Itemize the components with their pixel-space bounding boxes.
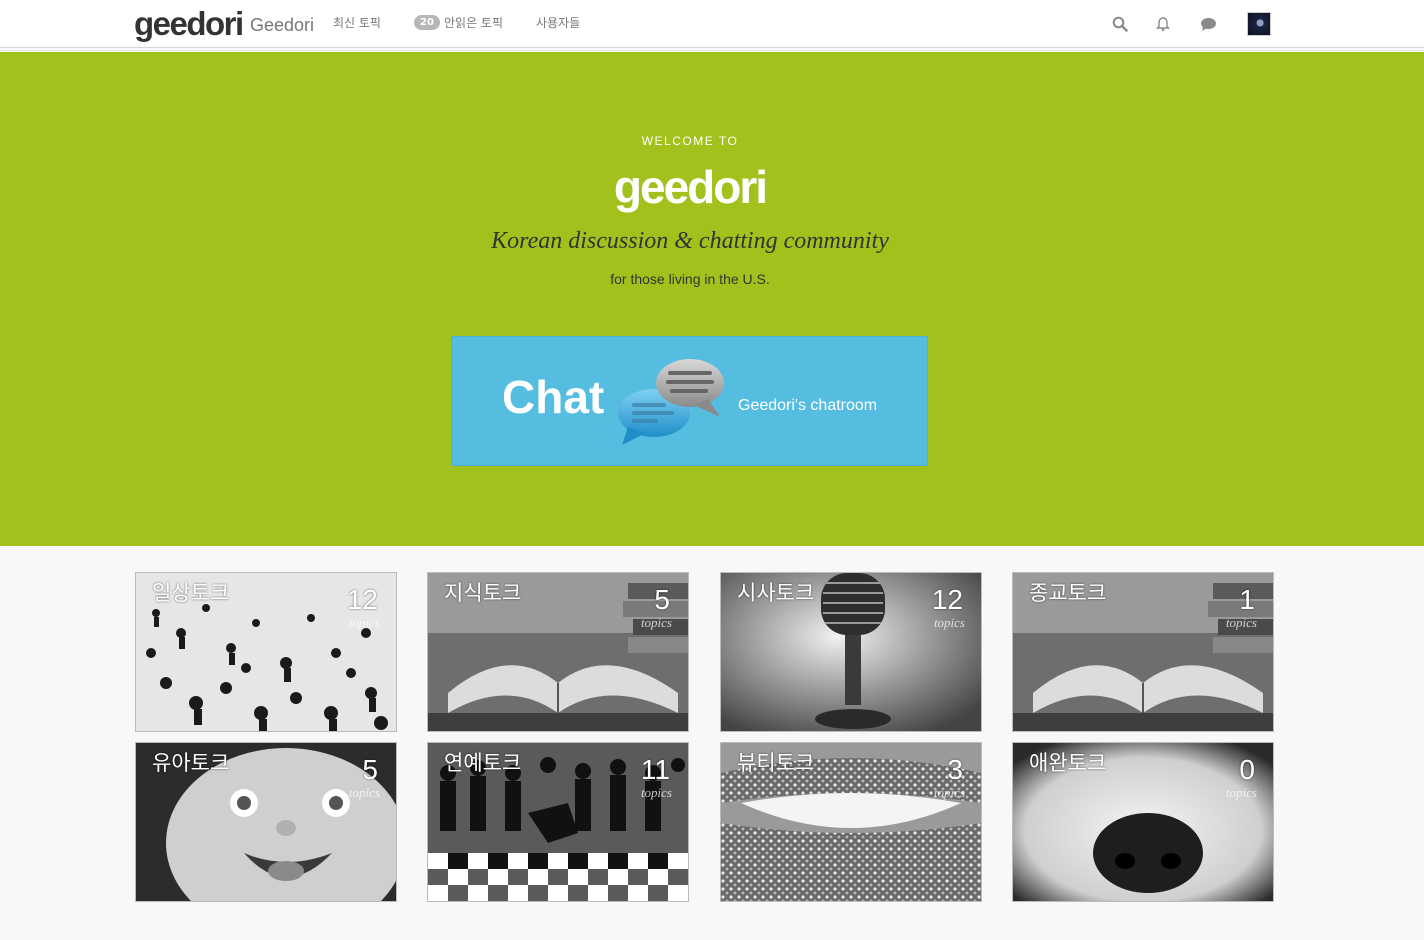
category-tile-daily[interactable]: 일상토크 12 topics (135, 572, 397, 732)
chat-bubbles-icon (618, 359, 724, 445)
hero-tagline: Korean discussion & chatting community (491, 228, 889, 254)
topics-label: topics (348, 615, 380, 630)
category-name: 연예토크 (444, 751, 522, 775)
category-name: 뷰티토크 (737, 751, 815, 775)
category-tile-baby[interactable]: 유아토크 5 topics (135, 742, 397, 902)
topic-count: 3 (947, 754, 963, 785)
nav-users[interactable]: 사용자들 (536, 15, 580, 31)
site-name[interactable]: Geedori (250, 14, 314, 36)
topic-count: 12 (931, 584, 963, 615)
topic-count: 11 (640, 754, 670, 785)
topics-label: topics (1225, 785, 1257, 800)
category-tile-religion[interactable]: 종교토크 1 topics (1012, 572, 1274, 732)
topics-label: topics (640, 785, 672, 800)
topic-count: 1 (1239, 584, 1255, 615)
nav-unread-topics[interactable]: 안읽은 토픽 (444, 15, 503, 31)
topic-count: 5 (362, 754, 378, 785)
category-name: 일상토크 (152, 581, 230, 605)
nav-recent-topics[interactable]: 최신 토픽 (333, 15, 381, 31)
bell-icon[interactable] (1153, 14, 1173, 34)
category-tile-entertainment[interactable]: 연예토크 11 topics (427, 742, 689, 902)
topics-label: topics (1225, 615, 1257, 630)
topic-count: 12 (346, 584, 378, 615)
category-name: 시사토크 (737, 581, 815, 605)
hero-logo: geedori (613, 161, 768, 213)
search-icon[interactable] (1110, 14, 1130, 34)
hero-banner: WELCOME TO geedori Korean discussion & c… (0, 52, 1424, 546)
topics-label: topics (348, 785, 380, 800)
topic-count: 0 (1239, 754, 1255, 785)
chat-room-button[interactable]: Chat Geedori's chatroom (451, 336, 928, 466)
category-tile-news[interactable]: 시사토크 12 topics (720, 572, 982, 732)
top-navbar: geedori Geedori 최신 토픽 20 안읽은 토픽 사용자들 (0, 0, 1424, 51)
topics-label: topics (933, 615, 965, 630)
topics-label: topics (933, 785, 965, 800)
category-tile-pets[interactable]: 애완토크 0 topics (1012, 742, 1274, 902)
category-name: 지식토크 (444, 581, 522, 605)
avatar[interactable] (1247, 12, 1271, 36)
welcome-text: WELCOME TO (641, 134, 739, 148)
topic-count: 5 (654, 584, 670, 615)
category-name: 종교토크 (1029, 581, 1107, 605)
category-grid: 일상토크 12 topics 지식토크 5 topics 시사토크 12 top… (135, 572, 1275, 902)
unread-count-badge[interactable]: 20 (414, 15, 440, 30)
chat-title: Chat (502, 371, 605, 423)
navbar-divider (0, 50, 1424, 51)
category-tile-knowledge[interactable]: 지식토크 5 topics (427, 572, 689, 732)
category-name: 애완토크 (1029, 751, 1107, 775)
category-name: 유아토크 (152, 751, 230, 775)
chat-subtitle: Geedori's chatroom (738, 397, 878, 414)
category-tile-beauty[interactable]: 뷰티토크 3 topics (720, 742, 982, 902)
topics-label: topics (640, 615, 672, 630)
chat-icon[interactable] (1198, 14, 1218, 34)
hero-subtagline: for those living in the U.S. (610, 271, 770, 287)
site-logo[interactable]: geedori (134, 4, 244, 44)
